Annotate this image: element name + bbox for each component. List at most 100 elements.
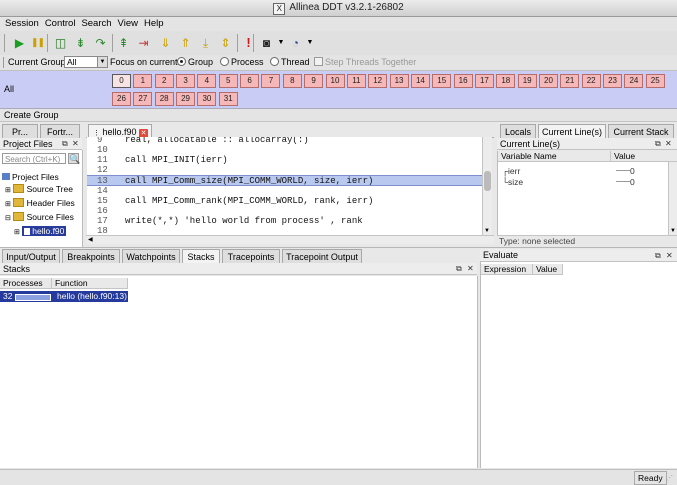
process-box[interactable]: 14 xyxy=(410,74,430,88)
variables-scrollbar[interactable]: ▼ xyxy=(668,162,677,235)
radio-process[interactable]: Process xyxy=(220,57,264,67)
code-editor[interactable]: 9 real, allocatable :: allocarray(:) 10 11 c… xyxy=(87,137,482,235)
menu-view[interactable]: View xyxy=(115,17,141,31)
collapse-icon[interactable]: ⊟ xyxy=(5,215,11,222)
tab-project[interactable]: Pr... xyxy=(2,124,38,138)
process-box[interactable]: 22 xyxy=(581,74,601,88)
scroll-thumb[interactable] xyxy=(484,171,491,191)
line-number[interactable]: 16 xyxy=(97,206,117,216)
line-number[interactable]: 11 xyxy=(97,155,117,165)
process-box[interactable]: 19 xyxy=(517,74,537,88)
code-line[interactable]: 14 xyxy=(87,186,482,196)
camera-icon[interactable]: ◙ xyxy=(258,34,275,51)
create-group-label[interactable]: Create Group xyxy=(4,110,59,120)
resize-grip-icon[interactable]: ⋰ xyxy=(666,474,673,482)
close-icon[interactable]: ✕ xyxy=(665,138,672,150)
tree-item-header-files[interactable]: ⊞ Header Files xyxy=(2,197,75,211)
variable-row[interactable]: └size xyxy=(502,177,523,187)
column-value[interactable]: Value xyxy=(533,264,563,275)
process-box[interactable]: 10 xyxy=(325,74,345,88)
tab-fortran-modules[interactable]: Fortr... xyxy=(40,124,80,138)
expand-icon[interactable]: ⊞ xyxy=(14,229,20,236)
process-box[interactable]: 21 xyxy=(560,74,580,88)
code-line[interactable]: 11 call MPI_INIT(ierr) xyxy=(87,155,482,165)
code-line[interactable]: 9 real, allocatable :: allocarray(:) xyxy=(87,137,482,145)
code-line[interactable]: 18 xyxy=(87,226,482,235)
run-to-line-icon[interactable]: ⇥ xyxy=(135,34,152,51)
process-box[interactable]: 25 xyxy=(645,74,665,88)
process-box[interactable]: 30 xyxy=(197,92,217,106)
code-line[interactable]: 17 write(*,*) 'hello world from process' … xyxy=(87,216,482,226)
line-number[interactable]: 15 xyxy=(97,196,117,206)
dropdown-arrow-icon[interactable]: ▼ xyxy=(306,34,314,51)
scroll-down-icon[interactable]: ▼ xyxy=(670,228,676,234)
bottom-frame-icon[interactable]: ⤓ xyxy=(197,34,214,51)
step-into-icon[interactable]: ⇟ xyxy=(72,34,89,51)
editor-scrollbar[interactable]: ▼ xyxy=(482,137,492,235)
tab-current-stack[interactable]: Current Stack xyxy=(608,124,674,138)
process-box[interactable]: 29 xyxy=(176,92,196,106)
tree-item-hello-f90[interactable]: ⊞ hello.f90 xyxy=(2,225,75,239)
step-out-icon[interactable]: ⇞ xyxy=(115,34,132,51)
process-box[interactable]: 24 xyxy=(624,74,644,88)
column-variable-name[interactable]: Variable Name xyxy=(498,151,611,162)
expand-icon[interactable]: ⊞ xyxy=(5,187,11,194)
radio-group[interactable]: Group xyxy=(177,57,213,67)
menu-session[interactable]: Session xyxy=(2,17,42,31)
dropdown-arrow-icon[interactable]: ▼ xyxy=(277,34,285,51)
process-box[interactable]: 17 xyxy=(474,74,494,88)
tree-item-source-files[interactable]: ⊟ Source Files xyxy=(2,211,75,225)
float-panel-icon[interactable]: ⧉ xyxy=(655,138,661,150)
tab-breakpoints[interactable]: Breakpoints xyxy=(62,249,120,263)
current-group-select[interactable]: All ▼ xyxy=(64,56,108,68)
tab-tracepoint-output[interactable]: Tracepoint Output xyxy=(282,249,362,263)
radio-thread[interactable]: Thread xyxy=(270,57,310,67)
alert-icon[interactable]: ! xyxy=(240,34,257,51)
line-number[interactable]: 18 xyxy=(97,226,117,235)
tab-current-lines[interactable]: Current Line(s) xyxy=(538,124,606,138)
process-box[interactable]: 18 xyxy=(496,74,516,88)
process-box[interactable]: 20 xyxy=(539,74,558,88)
up-frame-icon[interactable]: ⇑ xyxy=(177,34,194,51)
process-box[interactable]: 26 xyxy=(112,92,131,106)
tab-hello-f90[interactable]: ⋮ hello.f90 ✕ xyxy=(88,124,152,138)
column-processes[interactable]: Processes xyxy=(0,278,52,289)
tab-watchpoints[interactable]: Watchpoints xyxy=(122,249,180,263)
evaluate-table[interactable]: Expression Value xyxy=(480,262,677,468)
project-search-input[interactable]: Search (Ctrl+K) xyxy=(2,153,66,164)
step-threads-checkbox[interactable]: Step Threads Together xyxy=(314,57,416,67)
close-icon[interactable]: ✕ xyxy=(666,249,673,262)
process-box[interactable]: 8 xyxy=(282,74,302,88)
process-box[interactable]: 12 xyxy=(368,74,388,88)
process-box[interactable]: 3 xyxy=(176,74,196,88)
tab-tracepoints[interactable]: Tracepoints xyxy=(222,249,280,263)
tab-stacks[interactable]: Stacks xyxy=(182,249,220,263)
line-number[interactable]: 10 xyxy=(97,145,117,155)
process-box[interactable]: 1 xyxy=(133,74,153,88)
align-stack-icon[interactable]: ⇕ xyxy=(217,34,234,51)
process-box[interactable]: 15 xyxy=(432,74,452,88)
variable-row[interactable]: ┌ierr xyxy=(502,166,520,176)
process-group-label[interactable]: All xyxy=(4,84,14,94)
tab-input-output[interactable]: Input/Output xyxy=(2,249,60,263)
editor-hscrollbar[interactable]: ◀ xyxy=(86,235,494,244)
process-box[interactable]: 23 xyxy=(603,74,623,88)
line-number[interactable]: 14 xyxy=(97,186,117,196)
process-box[interactable]: 0 xyxy=(112,74,131,88)
search-icon[interactable]: 🔍 xyxy=(68,153,80,164)
column-function[interactable]: Function xyxy=(52,278,128,289)
process-box[interactable]: 2 xyxy=(154,74,174,88)
line-number[interactable]: 9 xyxy=(97,137,117,145)
float-panel-icon[interactable]: ⧉ xyxy=(655,249,661,262)
scroll-left-icon[interactable]: ◀ xyxy=(88,236,93,243)
gauge-icon[interactable]: ◔ xyxy=(287,34,304,51)
float-panel-icon[interactable]: ⧉ xyxy=(456,263,462,275)
play-icon[interactable]: ▶ xyxy=(11,34,28,51)
float-panel-icon[interactable]: ⧉ xyxy=(62,138,68,150)
code-line[interactable]: 10 xyxy=(87,145,482,155)
code-line[interactable]: 12 xyxy=(87,165,482,175)
line-number[interactable]: 12 xyxy=(97,165,117,175)
process-box[interactable]: 5 xyxy=(218,74,238,88)
process-box[interactable]: 6 xyxy=(240,74,260,88)
process-box[interactable]: 31 xyxy=(218,92,238,106)
